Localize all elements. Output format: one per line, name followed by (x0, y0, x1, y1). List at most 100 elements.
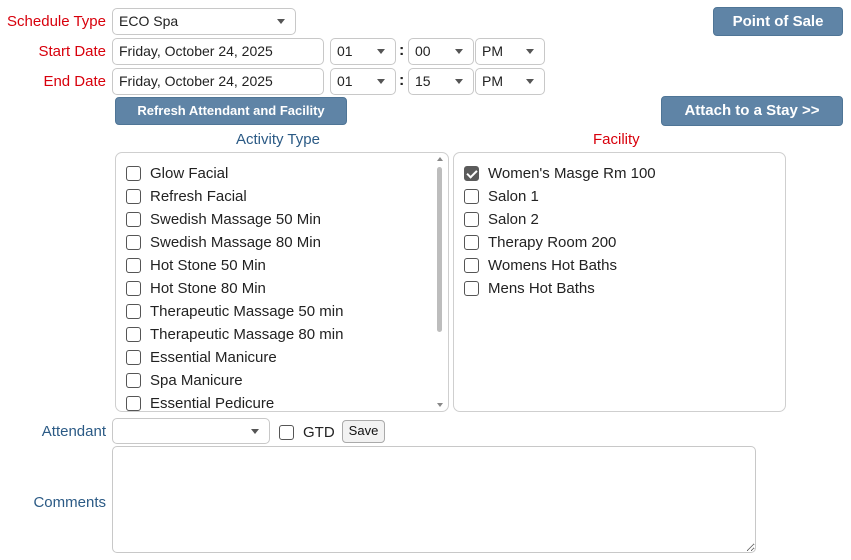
activity-item[interactable]: Hot Stone 80 Min (126, 277, 266, 299)
activity-checkbox[interactable] (126, 211, 141, 227)
save-button[interactable]: Save (342, 420, 385, 443)
chevron-down-icon (526, 49, 534, 54)
activity-item[interactable]: Essential Pedicure (126, 392, 275, 412)
chevron-down-icon (277, 19, 285, 24)
time-separator: : (399, 72, 405, 89)
facility-checkbox[interactable] (464, 257, 479, 273)
activity-item-label: Therapeutic Massage 80 min (150, 325, 344, 343)
activity-checkbox[interactable] (126, 280, 141, 296)
comments-textarea[interactable] (112, 446, 756, 553)
activity-scrollbar[interactable] (435, 153, 444, 411)
start-minute-value: 00 (415, 43, 431, 59)
start-date-label: Start Date (38, 43, 106, 60)
activity-item[interactable]: Hot Stone 50 Min (126, 254, 266, 276)
start-ampm-select[interactable]: PM (475, 38, 545, 65)
facility-checkbox[interactable] (464, 165, 479, 181)
scroll-thumb[interactable] (437, 167, 442, 332)
facility-item-label: Salon 1 (488, 187, 539, 205)
activity-item[interactable]: Swedish Massage 50 Min (126, 208, 321, 230)
chevron-down-icon (251, 429, 259, 434)
start-hour-value: 01 (337, 43, 353, 59)
facility-list[interactable]: Women's Masge Rm 100 Salon 1 Salon 2 Therap… (453, 152, 786, 412)
activity-item-label: Hot Stone 80 Min (150, 279, 266, 297)
activity-item-label: Hot Stone 50 Min (150, 256, 266, 274)
activity-checkbox[interactable] (126, 188, 141, 204)
activity-item-label: Swedish Massage 80 Min (150, 233, 321, 251)
facility-item-label: Therapy Room 200 (488, 233, 617, 251)
activity-type-header: Activity Type (236, 131, 320, 148)
activity-item-label: Spa Manicure (150, 371, 243, 389)
start-ampm-value: PM (482, 43, 503, 59)
facility-header: Facility (593, 131, 640, 148)
activity-item-label: Essential Pedicure (150, 394, 275, 412)
activity-checkbox[interactable] (126, 303, 141, 319)
facility-item[interactable]: Therapy Room 200 (464, 231, 616, 253)
activity-item-label: Therapeutic Massage 50 min (150, 302, 344, 320)
facility-checkbox[interactable] (464, 211, 479, 227)
activity-checkbox[interactable] (126, 395, 141, 411)
activity-checkbox[interactable] (126, 165, 141, 181)
chevron-down-icon (455, 49, 463, 54)
scroll-down-icon[interactable] (437, 403, 443, 407)
facility-item-label: Women's Masge Rm 100 (488, 164, 656, 182)
end-ampm-select[interactable]: PM (475, 68, 545, 95)
facility-item[interactable]: Mens Hot Baths (464, 277, 595, 299)
gtd-checkbox-group[interactable]: GTD (279, 424, 335, 441)
start-minute-select[interactable]: 00 (408, 38, 474, 65)
facility-item[interactable]: Salon 2 (464, 208, 539, 230)
gtd-checkbox[interactable] (279, 425, 294, 440)
end-date-input[interactable]: Friday, October 24, 2025 (112, 68, 324, 95)
schedule-type-select[interactable]: ECO Spa (112, 8, 296, 35)
activity-item[interactable]: Swedish Massage 80 Min (126, 231, 321, 253)
activity-item[interactable]: Therapeutic Massage 80 min (126, 323, 343, 345)
chevron-down-icon (455, 79, 463, 84)
activity-item-label: Glow Facial (150, 164, 229, 182)
activity-checkbox[interactable] (126, 372, 141, 388)
attendant-select[interactable] (112, 418, 270, 444)
facility-item-label: Salon 2 (488, 210, 539, 228)
end-hour-value: 01 (337, 73, 353, 89)
scroll-up-icon[interactable] (437, 157, 443, 161)
start-date-value: Friday, October 24, 2025 (119, 43, 273, 59)
activity-item[interactable]: Refresh Facial (126, 185, 247, 207)
end-ampm-value: PM (482, 73, 503, 89)
chevron-down-icon (377, 79, 385, 84)
end-minute-select[interactable]: 15 (408, 68, 474, 95)
end-date-label: End Date (43, 73, 106, 90)
activity-item[interactable]: Glow Facial (126, 162, 228, 184)
activity-item-label: Essential Manicure (150, 348, 277, 366)
activity-item-label: Refresh Facial (150, 187, 247, 205)
comments-label: Comments (33, 494, 106, 511)
activity-item[interactable]: Spa Manicure (126, 369, 243, 391)
time-separator: : (399, 42, 405, 59)
facility-item[interactable]: Salon 1 (464, 185, 539, 207)
schedule-type-label: Schedule Type (7, 13, 106, 30)
end-date-value: Friday, October 24, 2025 (119, 73, 273, 89)
end-minute-value: 15 (415, 73, 431, 89)
activity-item-label: Swedish Massage 50 Min (150, 210, 321, 228)
facility-item[interactable]: Women's Masge Rm 100 (464, 162, 656, 184)
point-of-sale-button[interactable]: Point of Sale (713, 7, 843, 36)
gtd-label: GTD (303, 424, 335, 441)
end-hour-select[interactable]: 01 (330, 68, 396, 95)
start-hour-select[interactable]: 01 (330, 38, 396, 65)
activity-checkbox[interactable] (126, 257, 141, 273)
refresh-attendant-facility-button[interactable]: Refresh Attendant and Facility (115, 97, 347, 125)
facility-item-label: Womens Hot Baths (488, 256, 617, 274)
activity-checkbox[interactable] (126, 234, 141, 250)
chevron-down-icon (377, 49, 385, 54)
activity-item[interactable]: Therapeutic Massage 50 min (126, 300, 343, 322)
activity-type-list[interactable]: Glow Facial Refresh Facial Swedish Massage… (115, 152, 449, 412)
activity-item[interactable]: Essential Manicure (126, 346, 277, 368)
facility-item[interactable]: Womens Hot Baths (464, 254, 617, 276)
activity-checkbox[interactable] (126, 349, 141, 365)
facility-checkbox[interactable] (464, 280, 479, 296)
start-date-input[interactable]: Friday, October 24, 2025 (112, 38, 324, 65)
facility-checkbox[interactable] (464, 234, 479, 250)
activity-checkbox[interactable] (126, 326, 141, 342)
facility-checkbox[interactable] (464, 188, 479, 204)
facility-item-label: Mens Hot Baths (488, 279, 595, 297)
schedule-type-value: ECO Spa (119, 13, 179, 29)
chevron-down-icon (526, 79, 534, 84)
attach-to-stay-button[interactable]: Attach to a Stay >> (661, 96, 843, 126)
